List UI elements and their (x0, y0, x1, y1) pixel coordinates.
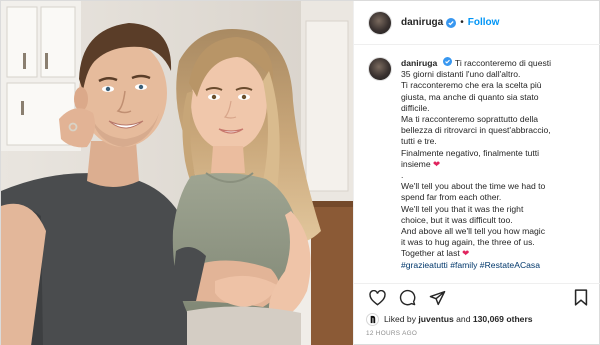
caption-line: We'll tell you about the time we had to (401, 181, 546, 192)
caption-avatar[interactable] (368, 57, 392, 81)
caption-line-text: Together at last (401, 248, 460, 259)
red-heart-emoji-icon: ❤ (462, 248, 470, 259)
caption-area: daniruga Ti racconteremo di questi 35 gi… (354, 45, 600, 283)
red-heart-emoji-icon: ❤ (433, 158, 441, 169)
post-photo[interactable] (1, 1, 353, 345)
share-button[interactable] (426, 287, 448, 309)
verified-badge-icon (446, 17, 457, 28)
caption-line: Ti racconteremo che era la scelta più (401, 80, 542, 91)
likes-middle: and (456, 314, 471, 324)
caption-line: 35 giorni distanti l'uno dall'altro. (401, 69, 521, 80)
caption-line: Finalmente negativo, finalmente tutti (401, 147, 540, 158)
instagram-post: daniruga • Follow daniruga Ti raccontere… (0, 0, 600, 345)
caption-text: daniruga Ti racconteremo di questi 35 gi… (401, 57, 592, 271)
caption-line: bellezza di ritrovarci in quest'abbracci… (401, 125, 551, 136)
caption-dot: . (401, 170, 404, 181)
couple-photo-image (1, 1, 353, 345)
caption-line: Together at last ❤ (401, 248, 592, 259)
caption-line: choice, but it was difficult too. (401, 214, 513, 225)
caption-line: Ma ti racconteremo soprattutto della (401, 114, 539, 125)
likes-user[interactable]: juventus (418, 314, 453, 324)
verified-badge-icon (442, 57, 453, 67)
post-side-panel: daniruga • Follow daniruga Ti raccontere… (353, 1, 600, 345)
comment-icon (399, 289, 415, 306)
caption-hashtags[interactable]: #grazieatutti #family #RestateACasa (401, 260, 592, 271)
caption-line-text: insieme (401, 158, 431, 169)
action-bar (354, 283, 600, 311)
caption-line: it was to hug again, the three of us. (401, 237, 535, 248)
caption-row: daniruga Ti racconteremo di questi 35 gi… (368, 57, 592, 271)
caption-line-text: Ti racconteremo di questi (454, 58, 552, 68)
caption-line: daniruga Ti racconteremo di questi (401, 57, 592, 69)
caption-line: tutti e tre. (401, 136, 437, 147)
like-button[interactable] (366, 287, 388, 309)
likes-line: Liked by juventus and 130,069 others (366, 312, 533, 326)
caption-line: difficile. (401, 102, 430, 113)
share-icon (429, 290, 445, 305)
likes-prefix: Liked by (384, 314, 417, 324)
post-header: daniruga • Follow (354, 1, 600, 45)
separator-dot: • (460, 17, 464, 28)
bookmark-icon (574, 289, 588, 306)
caption-line: insieme ❤ (401, 159, 592, 170)
comment-button[interactable] (396, 287, 418, 309)
caption-line: giusta, ma anche di quanto sia stato (401, 91, 539, 102)
avatar[interactable] (368, 10, 392, 35)
caption-line: We'll tell you that it was the right (401, 203, 524, 214)
follow-button[interactable]: Follow (468, 17, 500, 28)
save-button[interactable] (570, 287, 592, 309)
juventus-logo-icon[interactable] (366, 312, 379, 326)
likes-count[interactable]: 130,069 others (473, 314, 533, 324)
caption-line: And above all we'll tell you how magic (401, 226, 545, 237)
caption-line: spend far from each other. (401, 192, 502, 203)
heart-icon (368, 289, 386, 306)
caption-username[interactable]: daniruga (401, 58, 437, 68)
post-timestamp[interactable]: 12 HOURS AGO (366, 330, 417, 337)
post-username[interactable]: daniruga (401, 17, 443, 28)
